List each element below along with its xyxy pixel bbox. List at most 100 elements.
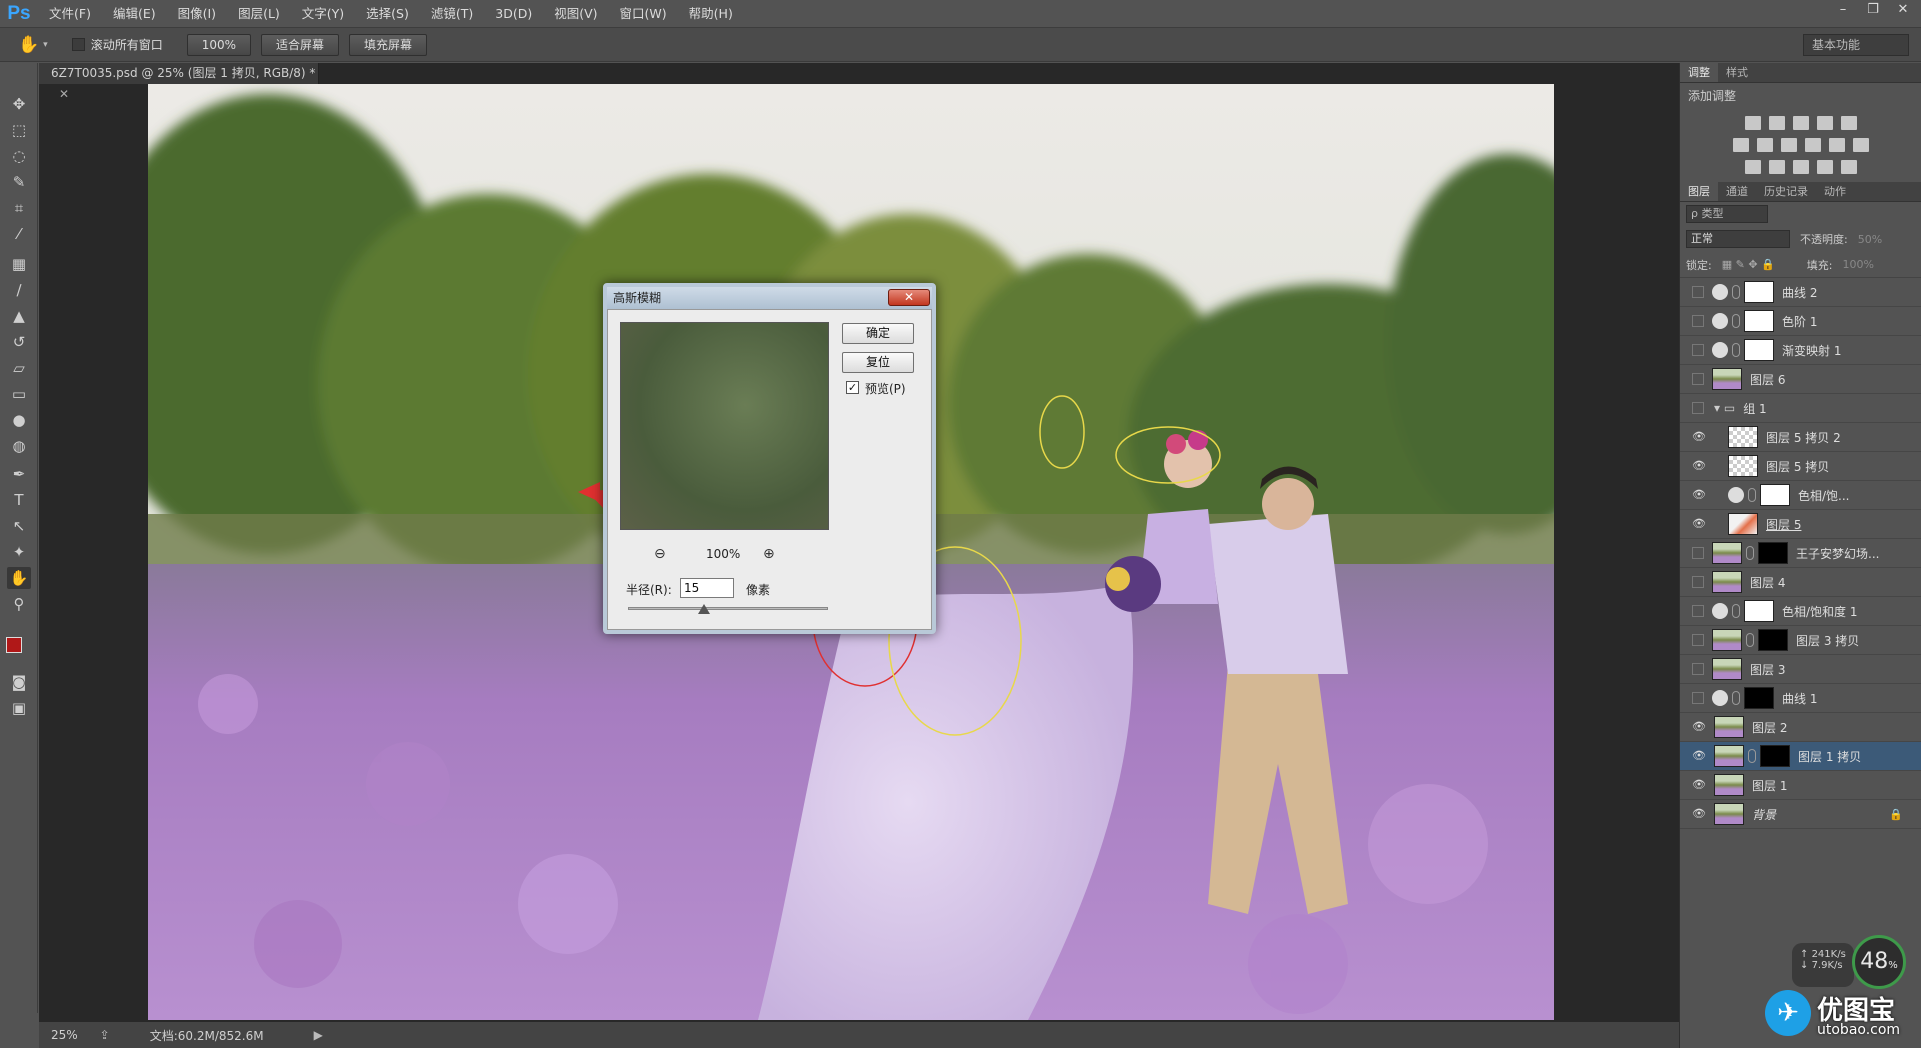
preview-checkbox[interactable]: ✓ xyxy=(846,381,859,394)
visibility-eye-icon[interactable]: 👁 xyxy=(1692,517,1706,531)
history-brush-tool-icon[interactable]: ↺ xyxy=(7,331,31,353)
visibility-eye-icon[interactable]: 👁 xyxy=(1692,488,1706,502)
layer-row[interactable]: 👁 色相/饱... xyxy=(1680,481,1921,510)
visibility-eye-icon[interactable] xyxy=(1692,286,1704,298)
menu-select[interactable]: 选择(S) xyxy=(355,0,420,27)
menu-3d[interactable]: 3D(D) xyxy=(484,0,543,27)
layer-mask-thumbnail[interactable] xyxy=(1744,600,1774,622)
close-icon[interactable]: ✕ xyxy=(1891,2,1915,20)
photo-filter-icon[interactable] xyxy=(1804,138,1821,152)
layer-row[interactable]: 渐变映射 1 xyxy=(1680,336,1921,365)
radius-input[interactable]: 15 xyxy=(680,578,734,598)
layer-row[interactable]: 👁 背景 🔒 xyxy=(1680,800,1921,829)
layer-row[interactable]: 王子安梦幻场... xyxy=(1680,539,1921,568)
marquee-tool-icon[interactable]: ⬚ xyxy=(7,119,31,141)
menu-image[interactable]: 图像(I) xyxy=(167,0,227,27)
layer-kind-filter[interactable]: ρ 类型 xyxy=(1686,205,1768,223)
dialog-close-button[interactable]: ✕ xyxy=(888,289,930,306)
layer-mask-thumbnail[interactable] xyxy=(1758,629,1788,651)
link-icon[interactable] xyxy=(1746,633,1754,647)
layer-row[interactable]: 图层 3 xyxy=(1680,655,1921,684)
black-white-icon[interactable] xyxy=(1780,138,1797,152)
hue-sat-icon[interactable] xyxy=(1732,138,1749,152)
dialog-title-bar[interactable]: 高斯模糊 xyxy=(607,287,932,309)
vibrance-icon[interactable] xyxy=(1840,116,1857,130)
export-icon[interactable]: ⇪ xyxy=(100,1028,110,1042)
type-tool-icon[interactable]: T xyxy=(7,489,31,511)
blur-preview[interactable] xyxy=(620,322,829,530)
layer-mask-thumbnail[interactable] xyxy=(1744,310,1774,332)
layer-mask-thumbnail[interactable] xyxy=(1744,281,1774,303)
visibility-eye-icon[interactable]: 👁 xyxy=(1692,430,1706,444)
layer-mask-thumbnail[interactable] xyxy=(1760,484,1790,506)
document-tab[interactable]: 6Z7T0035.psd @ 25% (图层 1 拷贝, RGB/8) * ✕ xyxy=(39,63,319,101)
levels-icon[interactable] xyxy=(1768,116,1785,130)
visibility-eye-icon[interactable] xyxy=(1692,344,1704,356)
layer-row[interactable]: 👁 图层 5 拷贝 2 xyxy=(1680,423,1921,452)
eraser-tool-icon[interactable]: ▱ xyxy=(7,357,31,379)
visibility-eye-icon[interactable] xyxy=(1692,692,1704,704)
visibility-eye-icon[interactable] xyxy=(1692,402,1704,414)
layer-mask-thumbnail[interactable] xyxy=(1758,542,1788,564)
link-icon[interactable] xyxy=(1748,749,1756,763)
scroll-all-checkbox[interactable] xyxy=(71,38,85,51)
invert-icon[interactable] xyxy=(1744,160,1761,174)
gradient-tool-icon[interactable]: ▭ xyxy=(7,383,31,405)
eyedropper-tool-icon[interactable]: ⁄ xyxy=(7,223,31,245)
status-zoom[interactable]: 25% xyxy=(51,1028,78,1042)
quick-mask-icon[interactable]: ◙ xyxy=(7,671,31,693)
tool-preset-chevron-icon[interactable]: ▾ xyxy=(43,40,48,50)
layer-mask-thumbnail[interactable] xyxy=(1760,745,1790,767)
reset-button[interactable]: 复位 xyxy=(842,352,914,373)
healing-tool-icon[interactable]: ▦ xyxy=(7,253,31,275)
tab-channels[interactable]: 通道 xyxy=(1718,182,1756,201)
selective-color-icon[interactable] xyxy=(1816,160,1833,174)
zoom-out-icon[interactable]: ⊖ xyxy=(654,546,666,562)
opacity-value[interactable]: 50% xyxy=(1858,233,1882,246)
visibility-eye-icon[interactable] xyxy=(1692,605,1704,617)
hand-tool-icon[interactable]: ✋ xyxy=(7,567,31,589)
layer-row[interactable]: 图层 3 拷贝 xyxy=(1680,626,1921,655)
visibility-eye-icon[interactable]: 👁 xyxy=(1692,720,1706,734)
posterize-icon[interactable] xyxy=(1768,160,1785,174)
brush-tool-icon[interactable]: ∕ xyxy=(7,279,31,301)
layer-row[interactable]: 👁 图层 5 拷贝 xyxy=(1680,452,1921,481)
layer-row[interactable]: 👁 图层 2 xyxy=(1680,713,1921,742)
layer-row[interactable]: ▾ ▭ 组 1 xyxy=(1680,394,1921,423)
move-tool-icon[interactable]: ✥ xyxy=(7,93,31,115)
lasso-tool-icon[interactable]: ◌ xyxy=(7,145,31,167)
menu-edit[interactable]: 编辑(E) xyxy=(102,0,167,27)
quick-select-tool-icon[interactable]: ✎ xyxy=(7,171,31,193)
tab-styles[interactable]: 样式 xyxy=(1718,63,1756,82)
visibility-eye-icon[interactable]: 👁 xyxy=(1692,807,1706,821)
dodge-tool-icon[interactable]: ◍ xyxy=(7,435,31,457)
crop-tool-icon[interactable]: ⌗ xyxy=(7,197,31,219)
menu-view[interactable]: 视图(V) xyxy=(543,0,608,27)
ok-button[interactable]: 确定 xyxy=(842,323,914,344)
link-icon[interactable] xyxy=(1746,546,1754,560)
link-icon[interactable] xyxy=(1732,285,1740,299)
link-icon[interactable] xyxy=(1732,691,1740,705)
fill-value[interactable]: 100% xyxy=(1842,258,1873,271)
curves-icon[interactable] xyxy=(1792,116,1809,130)
status-menu-arrow-icon[interactable]: ▶ xyxy=(314,1028,323,1042)
menu-layer[interactable]: 图层(L) xyxy=(227,0,291,27)
visibility-eye-icon[interactable]: 👁 xyxy=(1692,459,1706,473)
blur-tool-icon[interactable]: ● xyxy=(7,409,31,431)
exposure-icon[interactable] xyxy=(1816,116,1833,130)
threshold-icon[interactable] xyxy=(1792,160,1809,174)
minimize-icon[interactable]: – xyxy=(1831,2,1855,20)
screen-mode-icon[interactable]: ▣ xyxy=(7,697,31,719)
layer-mask-thumbnail[interactable] xyxy=(1744,339,1774,361)
layer-row[interactable]: 👁 图层 1 拷贝 xyxy=(1680,742,1921,771)
layer-row[interactable]: 曲线 2 xyxy=(1680,278,1921,307)
radius-slider-track[interactable] xyxy=(628,607,828,610)
menu-window[interactable]: 窗口(W) xyxy=(609,0,678,27)
menu-filter[interactable]: 滤镜(T) xyxy=(420,0,484,27)
link-icon[interactable] xyxy=(1732,314,1740,328)
zoom-100-button[interactable]: 100% xyxy=(186,33,252,56)
layer-row[interactable]: 图层 4 xyxy=(1680,568,1921,597)
radius-slider-thumb[interactable] xyxy=(698,604,710,614)
visibility-eye-icon[interactable]: 👁 xyxy=(1692,749,1706,763)
color-lookup-icon[interactable] xyxy=(1852,138,1869,152)
